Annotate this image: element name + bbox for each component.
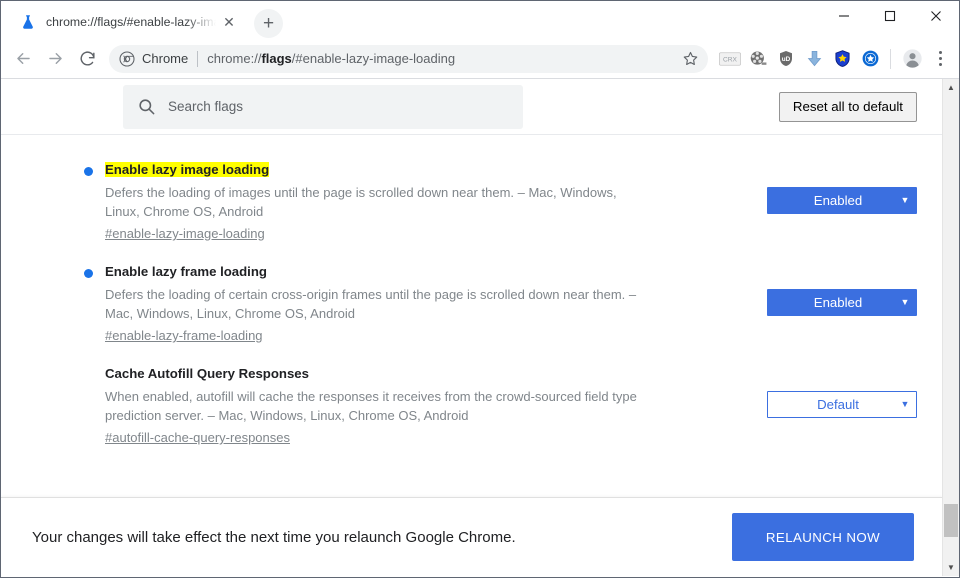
flag-modified-dot <box>84 167 93 176</box>
page-scrollbar[interactable]: ▲ ▼ <box>942 79 959 576</box>
flag-anchor-link[interactable]: #enable-lazy-frame-loading <box>105 326 263 345</box>
menu-dot <box>939 63 942 66</box>
tab-close-icon[interactable]: ✕ <box>220 13 238 31</box>
chevron-down-icon: ▼ <box>894 298 916 307</box>
download-extension-icon[interactable] <box>800 45 828 73</box>
relaunch-now-button[interactable]: RELAUNCH NOW <box>732 513 914 561</box>
reset-all-to-default-button[interactable]: Reset all to default <box>779 92 917 122</box>
url-suffix: /#enable-lazy-image-loading <box>292 51 455 66</box>
extension-icons: CRX uD <box>716 45 884 73</box>
ublock-origin-extension-icon[interactable]: uD <box>772 45 800 73</box>
flag-info: Enable lazy frame loading Defers the loa… <box>105 263 653 345</box>
scroll-down-arrow-icon[interactable]: ▼ <box>943 559 959 576</box>
search-icon <box>137 97 156 116</box>
flag-title: Cache Autofill Query Responses <box>105 366 309 381</box>
flag-title: Enable lazy image loading <box>105 162 269 177</box>
minimize-button[interactable] <box>821 1 867 31</box>
flag-anchor-link[interactable]: #enable-lazy-image-loading <box>105 224 265 243</box>
browser-window: chrome://flags/#enable-lazy-ima ✕ + <box>0 0 960 578</box>
flag-row: Enable lazy frame loading Defers the loa… <box>1 253 942 355</box>
tab-title: chrome://flags/#enable-lazy-ima <box>46 15 216 29</box>
toolbar-separator <box>890 49 891 69</box>
relaunch-message: Your changes will take effect the next t… <box>32 529 516 546</box>
flag-info: Enable lazy image loading Defers the loa… <box>105 161 653 243</box>
window-controls <box>821 1 959 39</box>
three-dot-menu[interactable] <box>927 44 953 74</box>
flag-row: Cache Autofill Query Responses When enab… <box>1 355 942 457</box>
forward-icon[interactable] <box>39 43 71 75</box>
search-row: Search flags Reset all to default <box>1 79 942 135</box>
omnibox-separator <box>197 51 198 67</box>
flag-title: Enable lazy frame loading <box>105 264 267 279</box>
menu-dot <box>939 57 942 60</box>
flag-select-wrapper: Enabled ▼ <box>767 161 917 214</box>
flag-info: Cache Autofill Query Responses When enab… <box>105 365 653 447</box>
flag-modified-dot <box>84 269 93 278</box>
url-bold-part: flags <box>261 51 291 66</box>
menu-dot <box>939 51 942 54</box>
close-button[interactable] <box>913 1 959 31</box>
shield-star-extension-icon[interactable] <box>828 45 856 73</box>
chrome-logo-icon <box>119 51 135 67</box>
flag-state-select[interactable]: Enabled ▼ <box>767 187 917 214</box>
flag-select-wrapper: Default ▼ <box>767 365 917 418</box>
circle-star-extension-icon[interactable] <box>856 45 884 73</box>
svg-text:CRX: CRX <box>723 56 738 63</box>
page-viewport: Search flags Reset all to default Enable… <box>1 79 959 576</box>
flag-state-label: Default <box>768 397 894 412</box>
maximize-button[interactable] <box>867 1 913 31</box>
flag-state-select[interactable]: Default ▼ <box>767 391 917 418</box>
relaunch-bar: Your changes will take effect the next t… <box>1 497 942 576</box>
flag-anchor-link[interactable]: #autofill-cache-query-responses <box>105 428 290 447</box>
scrollbar-thumb[interactable] <box>944 504 958 537</box>
flag-description: Defers the loading of certain cross-orig… <box>105 285 653 323</box>
film-reel-extension-icon[interactable] <box>744 45 772 73</box>
chrome-security-chip: Chrome <box>119 51 188 67</box>
svg-text:uD: uD <box>782 56 791 63</box>
chevron-down-icon: ▼ <box>894 196 916 205</box>
url-prefix: chrome:// <box>207 51 261 66</box>
crx-extension-icon[interactable]: CRX <box>716 45 744 73</box>
chrome-chip-label: Chrome <box>142 51 188 66</box>
search-placeholder: Search flags <box>168 99 243 114</box>
flag-row: Enable lazy image loading Defers the loa… <box>1 151 942 253</box>
omnibox-url: chrome://flags/#enable-lazy-image-loadin… <box>207 51 678 66</box>
new-tab-button[interactable]: + <box>254 9 283 38</box>
back-icon[interactable] <box>7 43 39 75</box>
flag-state-label: Enabled <box>768 295 894 310</box>
beaker-icon <box>19 13 37 31</box>
flag-description: When enabled, autofill will cache the re… <box>105 387 653 425</box>
flags-list: Enable lazy image loading Defers the loa… <box>1 135 942 457</box>
search-input[interactable]: Search flags <box>123 85 523 129</box>
flag-select-wrapper: Enabled ▼ <box>767 263 917 316</box>
flag-state-select[interactable]: Enabled ▼ <box>767 289 917 316</box>
address-bar[interactable]: Chrome chrome://flags/#enable-lazy-image… <box>109 45 708 73</box>
browser-tab[interactable]: chrome://flags/#enable-lazy-ima ✕ <box>11 5 246 39</box>
avatar-icon[interactable] <box>897 44 927 74</box>
flag-state-label: Enabled <box>768 193 894 208</box>
chevron-down-icon: ▼ <box>894 400 916 409</box>
browser-toolbar: Chrome chrome://flags/#enable-lazy-image… <box>1 39 959 79</box>
bookmark-star-icon[interactable] <box>678 47 702 71</box>
scroll-up-arrow-icon[interactable]: ▲ <box>943 79 959 96</box>
reload-icon[interactable] <box>71 43 103 75</box>
tab-strip: chrome://flags/#enable-lazy-ima ✕ + <box>1 1 959 39</box>
flag-description: Defers the loading of images until the p… <box>105 183 653 221</box>
